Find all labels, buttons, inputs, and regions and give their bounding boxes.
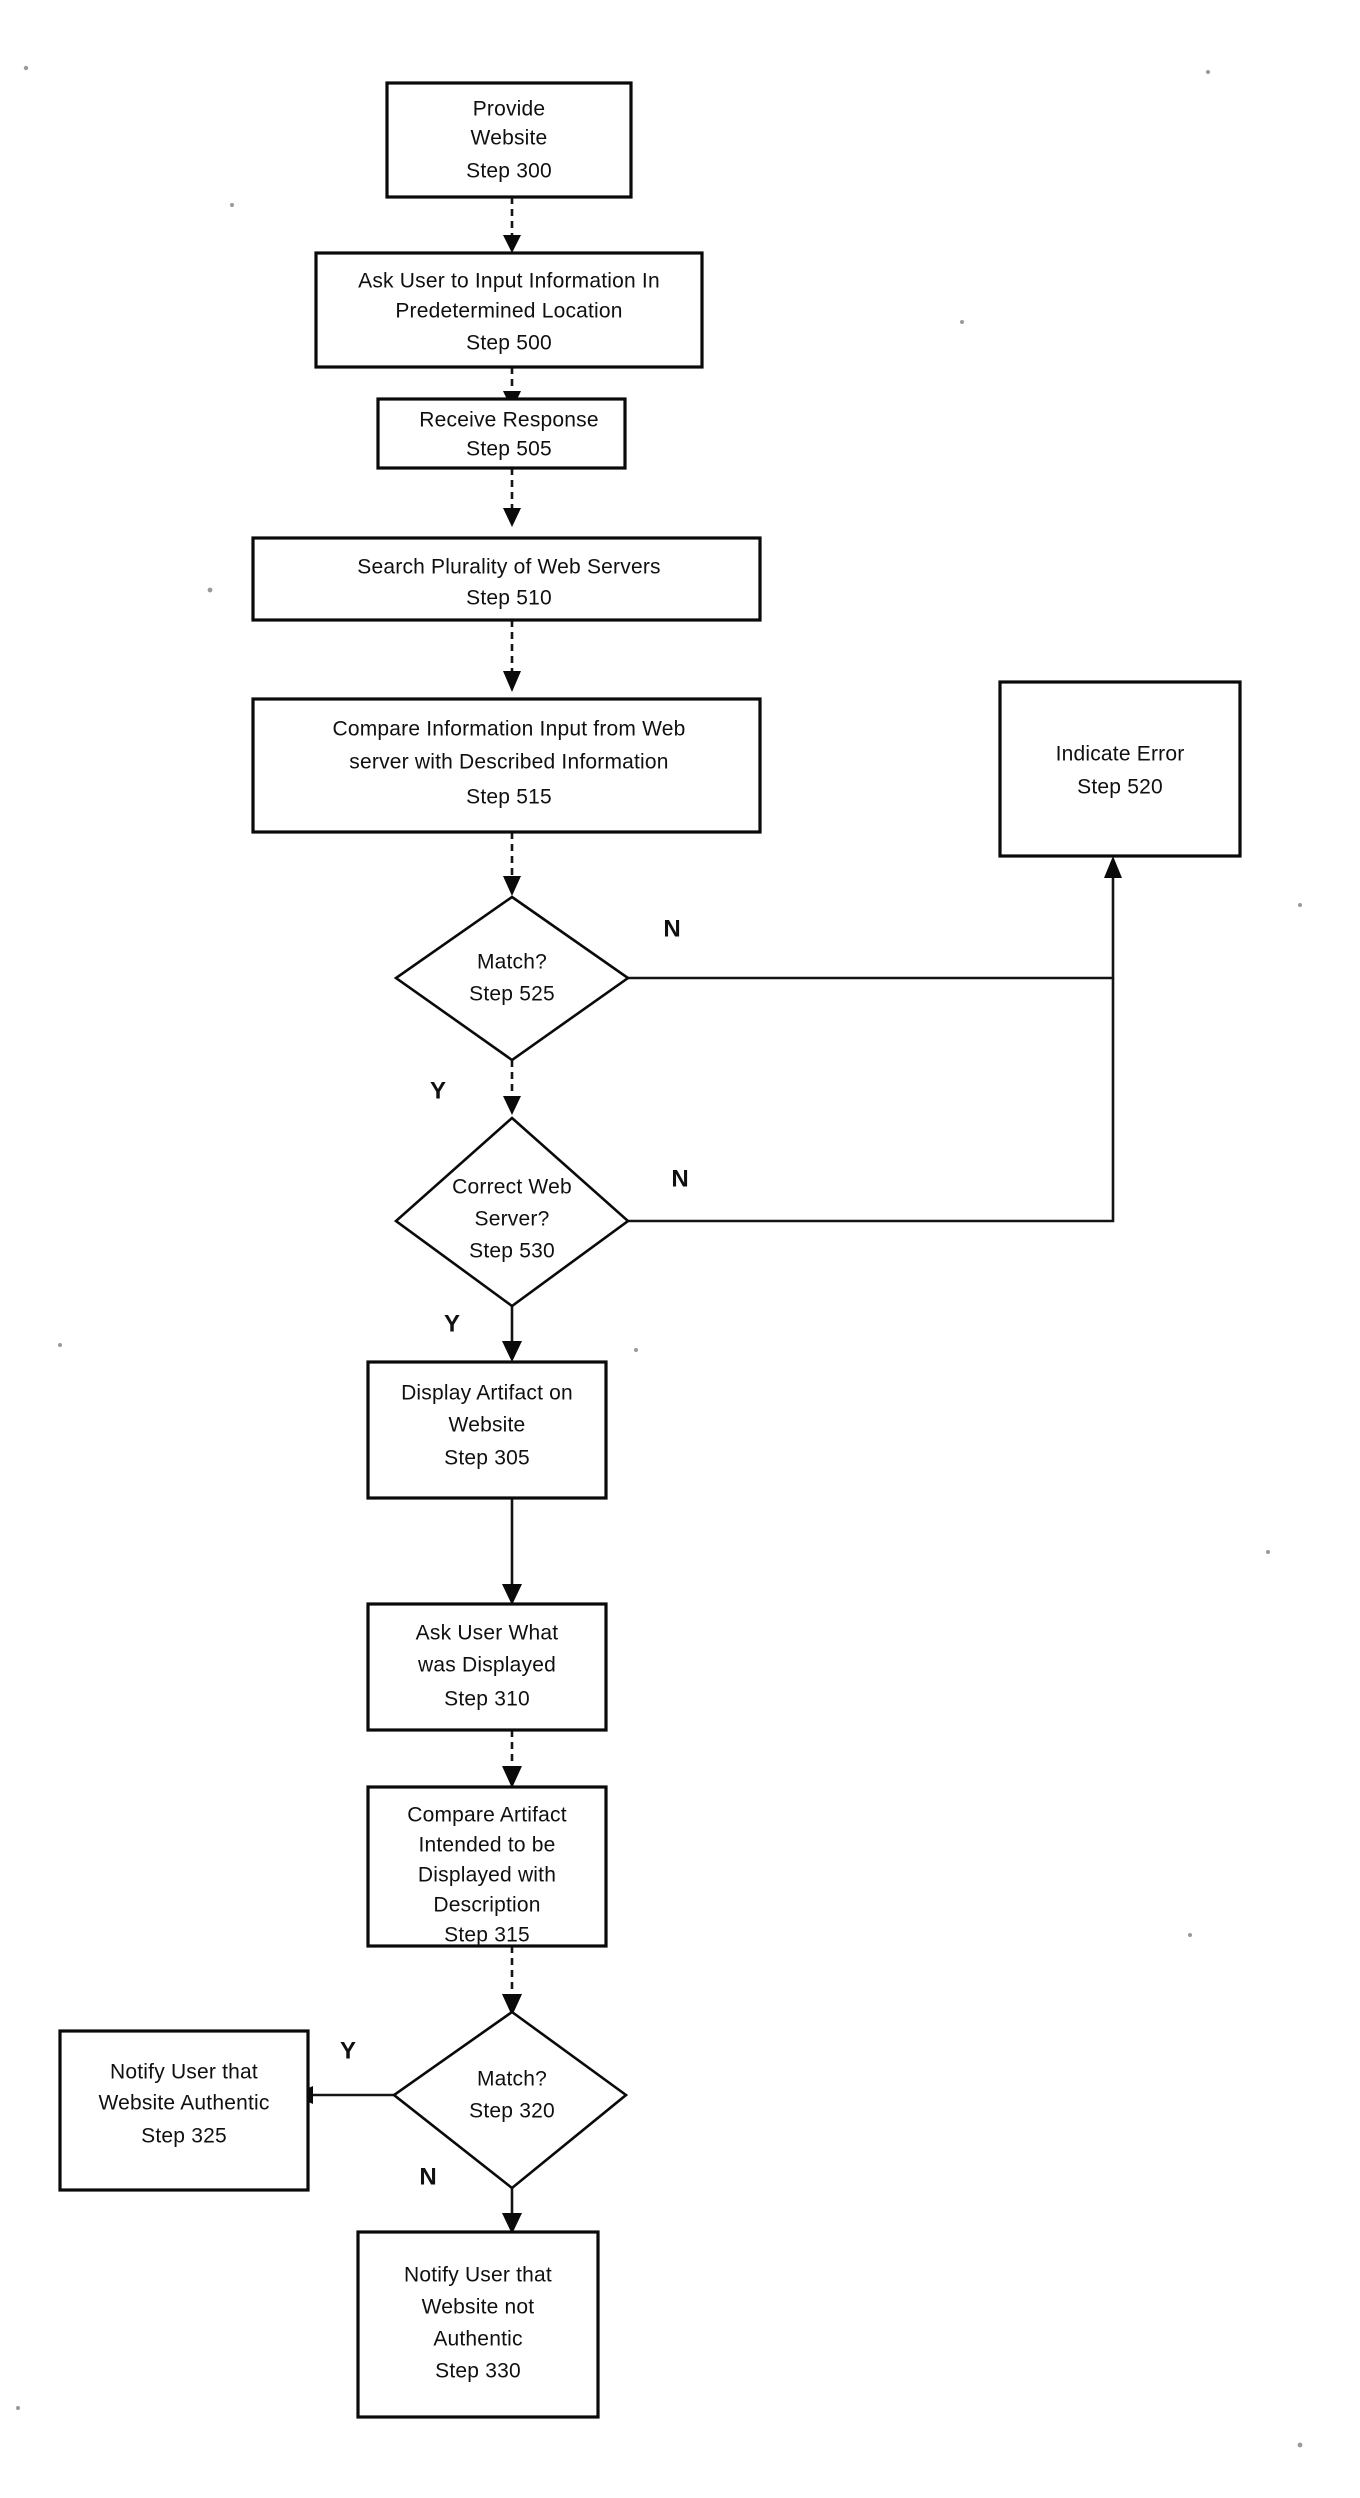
- branch-label-530-yes: Y: [444, 1310, 460, 1337]
- node-step310-line-0: Ask User What: [416, 1622, 559, 1645]
- arrowhead-505-to-510: [503, 508, 521, 527]
- node-step310-line-1: was Displayed: [417, 1654, 556, 1677]
- branch-label-320-no: N: [419, 2163, 436, 2190]
- node-step525-line-1: Step 525: [469, 983, 555, 1006]
- arrowhead-305-to-310: [502, 1584, 522, 1605]
- node-step300-line-1: Website: [471, 127, 548, 150]
- node-step510: Search Plurality of Web Servers Step 510: [251, 536, 762, 622]
- connector-530-no-to-520: [628, 978, 1115, 1223]
- node-step305: Display Artifact on Website Step 305: [366, 1360, 608, 1500]
- connector-525-no-to-520: [628, 872, 1115, 980]
- node-step500-line-0: Ask User to Input Information In: [358, 270, 660, 293]
- arrowhead-510-to-515: [503, 671, 521, 692]
- node-step310-line-2: Step 310: [444, 1688, 530, 1711]
- arrowhead-525-yes-to-530: [503, 1096, 521, 1115]
- node-step305-line-2: Step 305: [444, 1447, 530, 1470]
- node-step530: Correct Web Server? Step 530: [393, 1116, 631, 1308]
- node-step520: Indicate Error Step 520: [998, 680, 1242, 858]
- node-step330: Notify User that Website not Authentic S…: [356, 2230, 600, 2419]
- node-step505: Receive Response Step 505: [376, 397, 627, 470]
- node-step525-line-0: Match?: [477, 951, 547, 974]
- branch-label-320-yes: Y: [340, 2037, 356, 2064]
- branch-label-525-yes: Y: [430, 1077, 446, 1104]
- node-step515-line-0: Compare Information Input from Web: [332, 718, 685, 741]
- node-step505-line-0: Receive Response: [419, 409, 598, 432]
- node-step320-line-1: Step 320: [469, 2100, 555, 2123]
- node-step315-line-4: Step 315: [444, 1924, 530, 1947]
- node-step330-line-2: Authentic: [433, 2328, 522, 2351]
- node-step315-line-1: Intended to be: [418, 1834, 555, 1857]
- node-step530-line-0: Correct Web: [452, 1176, 572, 1199]
- node-step305-line-0: Display Artifact on: [401, 1382, 573, 1405]
- node-step330-line-0: Notify User that: [404, 2264, 552, 2287]
- node-step315: Compare Artifact Intended to be Displaye…: [366, 1785, 608, 1948]
- node-step300-line-0: Provide: [473, 98, 546, 121]
- node-step525: Match? Step 525: [393, 895, 631, 1062]
- node-step330-box: [356, 2230, 600, 2419]
- node-step320: Match? Step 320: [391, 2010, 629, 2190]
- node-step530-line-2: Step 530: [469, 1240, 555, 1263]
- node-step325: Notify User that Website Authentic Step …: [58, 2029, 310, 2192]
- node-step310: Ask User What was Displayed Step 310: [366, 1602, 608, 1732]
- node-step520-line-0: Indicate Error: [1056, 743, 1185, 766]
- flowchart-diagram: N Y N Y Y N Provide Website Step 300 Ask…: [16, 65, 1303, 2448]
- node-step330-line-3: Step 330: [435, 2360, 521, 2383]
- node-step325-line-0: Notify User that: [110, 2061, 258, 2084]
- node-step330-line-1: Website not: [422, 2296, 535, 2319]
- flowchart-canvas: N Y N Y Y N Provide Website Step 300 Ask…: [0, 0, 1360, 2498]
- node-step500-line-2: Step 500: [466, 332, 552, 355]
- node-step520-box: [998, 680, 1242, 858]
- node-step515-line-2: Step 515: [466, 786, 552, 809]
- node-step300: Provide Website Step 300: [385, 81, 633, 199]
- node-step510-line-0: Search Plurality of Web Servers: [357, 556, 660, 579]
- node-step515: Compare Information Input from Web serve…: [251, 697, 762, 834]
- node-step315-line-3: Description: [433, 1894, 540, 1917]
- node-step315-line-0: Compare Artifact: [407, 1804, 567, 1827]
- node-step520-line-1: Step 520: [1077, 776, 1163, 799]
- node-step515-line-1: server with Described Information: [349, 751, 668, 774]
- branch-label-530-no: N: [671, 1165, 688, 1192]
- node-step320-line-0: Match?: [477, 2068, 547, 2091]
- arrowhead-310-to-315: [502, 1766, 522, 1788]
- node-step325-line-2: Step 325: [141, 2125, 227, 2148]
- node-step505-line-1: Step 505: [466, 438, 552, 461]
- arrowhead-515-to-525: [503, 876, 521, 896]
- arrowhead-300-to-500: [503, 235, 521, 253]
- node-step510-line-1: Step 510: [466, 587, 552, 610]
- node-step500: Ask User to Input Information In Predete…: [314, 251, 704, 369]
- node-step300-line-2: Step 300: [466, 160, 552, 183]
- node-step325-line-1: Website Authentic: [98, 2092, 269, 2115]
- branch-label-525-no: N: [663, 915, 680, 942]
- arrowhead-525-no-to-520: [1104, 856, 1122, 878]
- node-step315-line-2: Displayed with: [418, 1864, 556, 1887]
- node-step530-line-1: Server?: [475, 1208, 550, 1231]
- arrowhead-530-yes-to-305: [502, 1341, 522, 1362]
- node-step525-diamond: [393, 895, 631, 1062]
- node-step500-line-1: Predetermined Location: [395, 300, 622, 323]
- node-step305-line-1: Website: [449, 1414, 526, 1437]
